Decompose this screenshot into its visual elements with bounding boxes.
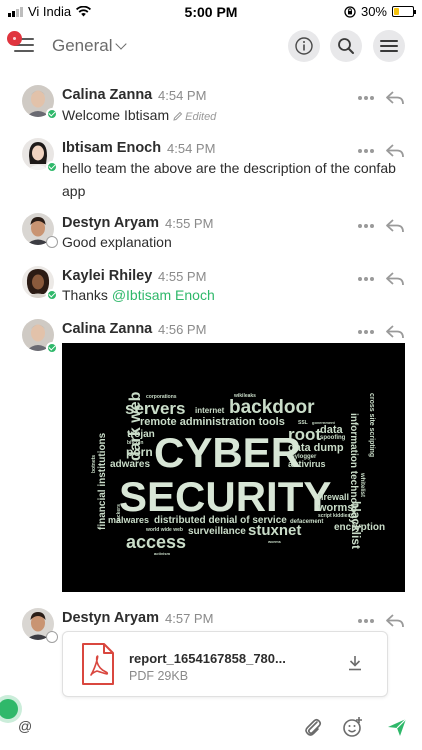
notification-badge: [7, 31, 22, 46]
message-text: hello team the above are the description…: [62, 160, 396, 199]
avatar[interactable]: [22, 213, 58, 248]
message-time: 4:56 PM: [158, 322, 207, 337]
battery-percent: 30%: [360, 4, 387, 19]
author-name[interactable]: Calina Zanna: [62, 321, 152, 337]
cloud-word: worms: [267, 539, 282, 544]
orientation-lock-icon: [344, 5, 356, 18]
cloud-word: stuxnet: [248, 522, 301, 539]
cyber-security-word-cloud: corporations wikileaks servers internet …: [62, 343, 405, 592]
message-time: 4:54 PM: [158, 88, 207, 103]
cloud-word: activism: [154, 551, 170, 556]
reply-icon[interactable]: [385, 143, 405, 159]
cloud-word: malwares: [108, 515, 149, 525]
kebab-menu-icon: [380, 40, 398, 52]
message-time: 4:55 PM: [165, 216, 214, 231]
author-name[interactable]: Destyn Aryam: [62, 610, 159, 626]
user-mention[interactable]: @Ibtisam Enoch: [112, 287, 215, 303]
channel-header: General: [0, 24, 422, 72]
reply-icon[interactable]: [385, 271, 405, 287]
avatar[interactable]: [22, 85, 58, 120]
image-attachment[interactable]: corporations wikileaks servers internet …: [62, 343, 405, 592]
download-icon[interactable]: [347, 654, 363, 672]
file-name[interactable]: report_1654167858_780...: [129, 651, 286, 666]
author-name[interactable]: Calina Zanna: [62, 87, 152, 103]
avatar[interactable]: [22, 138, 58, 173]
file-type: PDF: [129, 669, 154, 683]
cloud-word: botnets: [91, 455, 97, 473]
more-options-icon[interactable]: [358, 277, 374, 281]
reply-icon[interactable]: [385, 90, 405, 106]
file-size: 29KB: [157, 669, 189, 683]
message-time: 4:54 PM: [167, 141, 216, 156]
channel-name: General: [52, 36, 113, 55]
pencil-icon: [173, 111, 183, 121]
chevron-down-icon: [115, 37, 128, 50]
cloud-word: SECURITY: [119, 473, 331, 520]
search-icon: [338, 38, 354, 54]
cloud-word: hackers: [116, 504, 122, 523]
cloud-word: financial institutions: [97, 432, 108, 530]
author-name[interactable]: Destyn Aryam: [62, 215, 159, 231]
cloud-word: cross site scripting: [368, 393, 375, 457]
status-offline-icon: [46, 631, 58, 643]
message-text-content: Thanks: [62, 287, 112, 303]
status-online-icon: [46, 108, 58, 120]
message-composer: @: [0, 699, 422, 750]
author-name[interactable]: Kaylei Rhiley: [62, 268, 152, 284]
cloud-word: CYBER: [154, 429, 301, 476]
search-button[interactable]: [330, 30, 362, 62]
channel-menu-button[interactable]: [373, 30, 405, 62]
cloud-word: backdoor: [229, 397, 315, 418]
file-attachment[interactable]: report_1654167858_780... PDF 29KB: [62, 631, 388, 697]
cloud-word: information technology: [348, 413, 359, 525]
status-online-icon: [46, 289, 58, 301]
cloud-word: access: [126, 532, 186, 552]
message-text-content: Welcome Ibtisam: [62, 107, 170, 123]
cloud-word: internet: [195, 406, 225, 415]
message-time: 4:55 PM: [158, 269, 207, 284]
info-icon: [295, 37, 313, 55]
author-name[interactable]: Ibtisam Enoch: [62, 140, 161, 156]
floating-action-indicator[interactable]: [0, 699, 18, 719]
avatar[interactable]: [22, 266, 58, 301]
status-online-icon: [46, 161, 58, 173]
message-text: Welcome Ibtisam Edited: [62, 104, 397, 129]
message-text: Thanks @Ibtisam Enoch: [62, 284, 397, 307]
more-options-icon[interactable]: [358, 224, 374, 228]
more-options-icon[interactable]: [358, 330, 374, 334]
reply-icon[interactable]: [385, 613, 405, 629]
more-options-icon[interactable]: [358, 149, 374, 153]
battery-icon: [392, 6, 416, 17]
message-time: 4:57 PM: [165, 611, 214, 626]
status-online-icon: [46, 342, 58, 354]
channel-info-button[interactable]: [288, 30, 320, 62]
edited-label: Edited: [173, 111, 216, 123]
avatar[interactable]: [22, 608, 58, 643]
edited-text: Edited: [185, 111, 217, 123]
send-icon[interactable]: [386, 716, 408, 738]
cloud-word: surveillance: [188, 526, 246, 537]
more-options-icon[interactable]: [358, 619, 374, 623]
cloud-word: remote administration tools: [140, 416, 285, 428]
paperclip-icon[interactable]: [302, 716, 324, 738]
mention-button[interactable]: @: [18, 718, 32, 734]
cloud-word: dark web: [127, 391, 144, 461]
reply-icon[interactable]: [385, 218, 405, 234]
file-meta: PDF 29KB: [129, 669, 188, 683]
more-options-icon[interactable]: [358, 96, 374, 100]
pdf-file-icon: [82, 643, 114, 685]
cloud-word: firewall: [318, 492, 349, 502]
channel-title[interactable]: General: [52, 36, 128, 56]
status-offline-icon: [46, 236, 58, 248]
avatar[interactable]: [22, 319, 58, 354]
reply-icon[interactable]: [385, 324, 405, 340]
message-text: Good explanation: [62, 234, 172, 250]
emoji-add-icon[interactable]: [342, 716, 364, 738]
cloud-word: spoofing: [320, 435, 346, 441]
status-bar: Vi India 5:00 PM 30%: [0, 0, 422, 24]
